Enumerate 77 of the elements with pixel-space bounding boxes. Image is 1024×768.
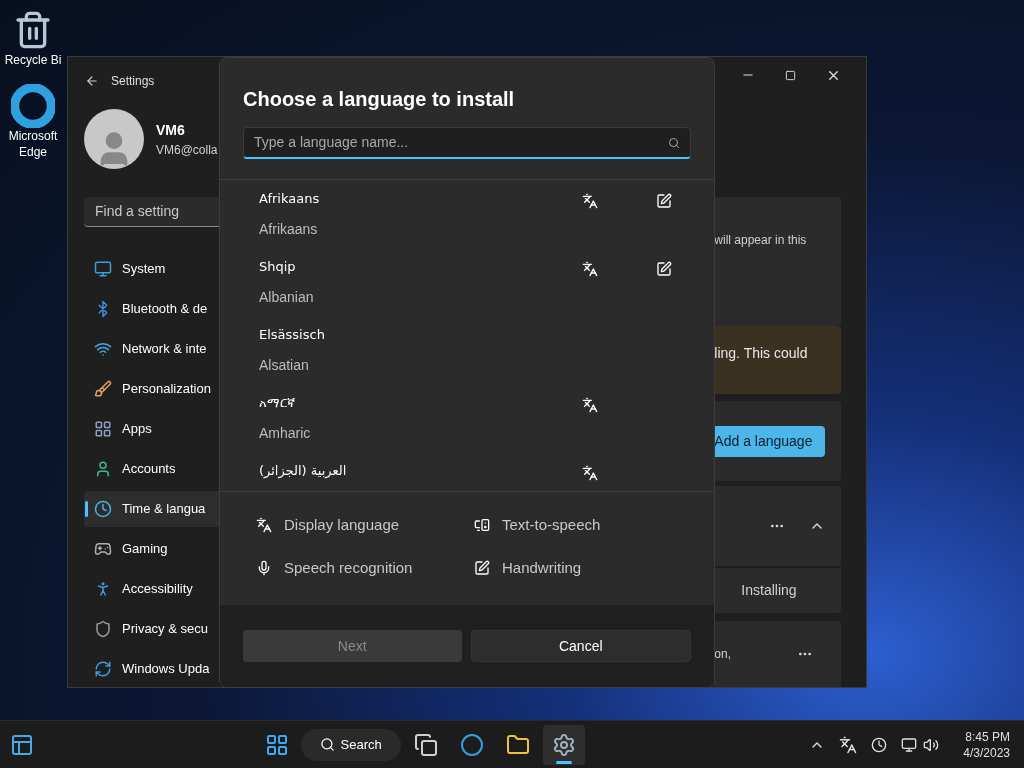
clock-date[interactable]: 4/3/2023 bbox=[963, 744, 1010, 761]
search-icon bbox=[668, 136, 680, 149]
legend-label: Handwriting bbox=[502, 557, 582, 578]
text-to-speech-icon bbox=[474, 517, 490, 534]
search-field[interactable]: Find a setting bbox=[84, 196, 220, 227]
language-item[interactable]: Afrikaans Afrikaans bbox=[220, 189, 714, 257]
window-title: Settings bbox=[111, 72, 155, 90]
maximize-icon[interactable] bbox=[785, 69, 796, 81]
task-view-icon bbox=[413, 732, 438, 757]
nav-item[interactable]: Bluetooth & de bbox=[84, 291, 220, 327]
nav-item[interactable]: Accounts bbox=[84, 451, 220, 487]
profile-name: VM6 bbox=[156, 120, 186, 140]
nav-item[interactable]: Apps bbox=[84, 411, 220, 447]
add-language-button[interactable]: Add a language bbox=[714, 425, 826, 457]
handwriting-icon bbox=[474, 559, 490, 576]
language-english-name: Afrikaans bbox=[259, 219, 319, 239]
language-item[interactable]: العربية (الجزائر) bbox=[220, 461, 714, 491]
search-placeholder: Type a language name... bbox=[254, 133, 409, 152]
nav-item[interactable]: Windows Upda bbox=[84, 651, 220, 687]
person-icon bbox=[94, 460, 112, 478]
dialog-title: Choose a language to install bbox=[242, 87, 516, 112]
network-icon[interactable] bbox=[901, 736, 918, 753]
language-item[interactable]: አማርኛ Amharic bbox=[220, 393, 714, 461]
language-item[interactable]: Elsässisch Alsatian bbox=[220, 325, 714, 393]
brush-icon bbox=[94, 380, 112, 398]
card-text: on, bbox=[714, 646, 731, 663]
back-icon[interactable] bbox=[85, 73, 99, 88]
volume-icon[interactable] bbox=[923, 736, 940, 753]
display-language-icon bbox=[256, 517, 272, 534]
legend-label: Display language bbox=[284, 515, 400, 535]
cancel-button[interactable]: Cancel bbox=[470, 630, 691, 662]
nav-item[interactable]: Personalization bbox=[84, 371, 220, 407]
system-icon bbox=[94, 260, 112, 278]
gamepad-icon bbox=[94, 540, 112, 558]
input-indicator-icon[interactable] bbox=[839, 735, 858, 754]
nav-item[interactable]: Network & inte bbox=[84, 331, 220, 367]
folder-icon bbox=[505, 732, 530, 757]
gear-icon bbox=[551, 732, 576, 757]
language-item[interactable]: Shqip Albanian bbox=[220, 257, 714, 325]
search-label: Search bbox=[340, 735, 382, 754]
language-english-name: Amharic bbox=[259, 423, 312, 443]
language-english-name: Albanian bbox=[259, 287, 315, 307]
info-card: will appear in this bbox=[714, 197, 841, 326]
microphone-icon bbox=[256, 559, 272, 576]
status-card: Installing bbox=[714, 568, 841, 613]
wifi-icon bbox=[94, 340, 112, 358]
language-native-name: Shqip bbox=[259, 258, 297, 276]
update-icon bbox=[94, 660, 112, 678]
clock-icon[interactable] bbox=[871, 736, 888, 753]
language-english-name: Alsatian bbox=[259, 355, 310, 375]
shield-icon bbox=[94, 620, 112, 638]
legend-label: Text-to-speech bbox=[502, 515, 601, 535]
browser-icon bbox=[459, 732, 484, 757]
clock-time[interactable]: 8:45 PM bbox=[965, 728, 1010, 745]
nav-item[interactable]: Accessibility bbox=[84, 571, 220, 607]
language-native-name: አማርኛ bbox=[259, 394, 296, 412]
nav-item[interactable]: Privacy & secu bbox=[84, 611, 220, 647]
desktop-icon-label[interactable]: Recycle Bi bbox=[4, 52, 62, 68]
search-icon bbox=[319, 737, 335, 752]
nav-item[interactable]: Time & langua bbox=[84, 491, 220, 527]
language-native-name: Afrikaans bbox=[259, 190, 321, 208]
apps-icon bbox=[94, 420, 112, 438]
language-native-name: Elsässisch bbox=[259, 326, 326, 344]
legend-label: Speech recognition bbox=[284, 557, 413, 578]
nav-item[interactable]: Gaming bbox=[84, 531, 220, 567]
language-native-name: العربية (الجزائر) bbox=[259, 462, 348, 481]
taskbar-app[interactable] bbox=[542, 724, 585, 765]
nav-item[interactable]: System bbox=[84, 251, 220, 287]
taskbar-search[interactable]: Search bbox=[300, 728, 401, 761]
clock-icon bbox=[94, 500, 112, 518]
warning-card: ling. This could bbox=[714, 326, 841, 394]
widgets-icon[interactable] bbox=[10, 732, 34, 757]
start-icon[interactable] bbox=[264, 732, 289, 757]
browser-icon[interactable] bbox=[11, 84, 55, 128]
language-search-field[interactable]: Type a language name... bbox=[243, 127, 691, 159]
desktop-icon-label[interactable]: Microsoft Edge bbox=[1, 128, 65, 160]
profile-email: VM6@colla bbox=[156, 141, 218, 159]
